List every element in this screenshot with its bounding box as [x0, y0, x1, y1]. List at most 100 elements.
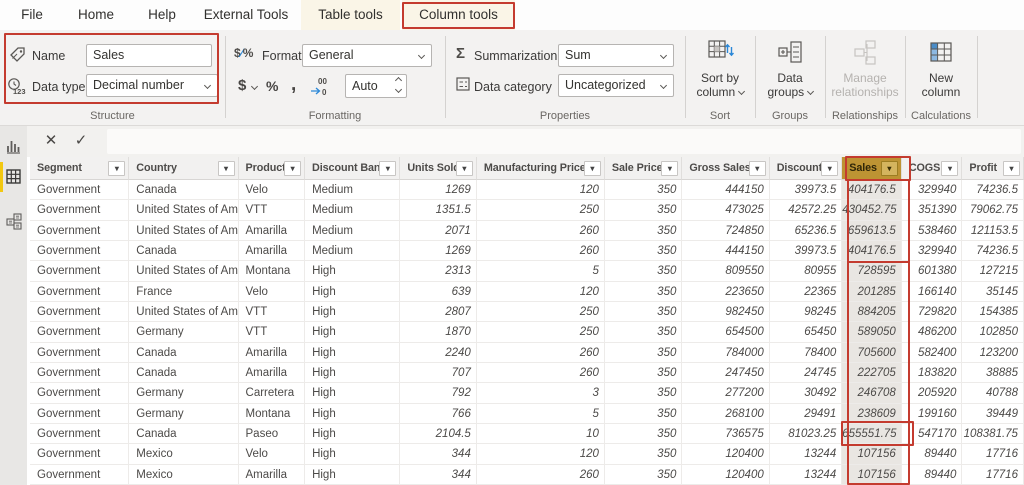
table-cell[interactable]: 444150	[682, 180, 770, 201]
table-cell[interactable]: 108381.75	[962, 423, 1024, 445]
new-column-button[interactable]: New column	[907, 34, 975, 112]
table-cell[interactable]: 655551.75	[842, 423, 902, 445]
table-cell[interactable]: Amarilla	[238, 464, 306, 485]
column-filter-dropdown-icon[interactable]: ▾	[661, 161, 679, 176]
table-cell[interactable]: United States of America	[129, 200, 239, 221]
table-cell[interactable]: Montana	[238, 403, 306, 424]
table-cell[interactable]: 78400	[769, 342, 843, 363]
table-cell[interactable]: Government	[30, 301, 130, 323]
spin-down-icon[interactable]	[394, 85, 403, 94]
table-cell[interactable]: 2104.5	[400, 423, 477, 445]
table-cell[interactable]: Medium	[305, 200, 401, 221]
tab-home[interactable]: Home	[66, 0, 126, 30]
table-cell[interactable]: 601380	[901, 261, 963, 282]
table-cell[interactable]: Government	[30, 200, 130, 221]
table-cell[interactable]: 260	[476, 342, 605, 363]
tab-external-tools[interactable]: External Tools	[196, 0, 296, 30]
table-cell[interactable]: 538460	[901, 220, 963, 241]
table-cell[interactable]: 260	[476, 362, 605, 384]
table-cell[interactable]: 121153.5	[962, 220, 1024, 241]
table-cell[interactable]: VTT	[238, 322, 306, 343]
table-cell[interactable]: 736575	[682, 423, 770, 445]
column-filter-dropdown-icon[interactable]: ▾	[108, 161, 126, 176]
table-row[interactable]: Government Canada Amarilla High 707 260 350 247…	[30, 362, 1024, 384]
table-cell[interactable]: 707	[400, 362, 477, 384]
table-cell[interactable]: 2240	[400, 342, 477, 363]
data-category-dropdown[interactable]: Uncategorized	[558, 74, 674, 97]
decimal-places-spinner[interactable]: Auto	[345, 74, 407, 98]
table-cell[interactable]: 247450	[682, 362, 770, 384]
table-cell[interactable]: 2807	[400, 301, 477, 323]
table-cell[interactable]: 120400	[682, 464, 770, 485]
table-cell[interactable]: 24745	[769, 362, 843, 384]
table-cell[interactable]: 766	[400, 403, 477, 424]
table-cell[interactable]: Government	[30, 423, 130, 445]
table-cell[interactable]: 39973.5	[769, 180, 843, 201]
table-cell[interactable]: 329940	[901, 240, 963, 262]
table-row[interactable]: Government France Velo High 639 120 350 223650 2…	[30, 281, 1024, 302]
cancel-formula-icon[interactable]: ✕	[40, 131, 62, 149]
table-cell[interactable]: Canada	[129, 180, 239, 201]
table-cell[interactable]: 13244	[769, 444, 843, 465]
table-cell[interactable]: 350	[604, 180, 683, 201]
table-cell[interactable]: Germany	[129, 383, 239, 404]
data-groups-button[interactable]: Data groups	[757, 34, 823, 112]
column-filter-dropdown-icon[interactable]: ▾	[379, 161, 397, 176]
model-view-button[interactable]	[0, 206, 27, 236]
table-cell[interactable]: 205920	[901, 383, 963, 404]
table-cell[interactable]: Amarilla	[238, 362, 306, 384]
column-header-discounts[interactable]: Discounts ▾	[769, 157, 843, 180]
column-filter-dropdown-icon[interactable]: ▾	[583, 161, 601, 176]
table-cell[interactable]: High	[305, 322, 401, 343]
table-row[interactable]: Government Germany VTT High 1870 250 350 654500…	[30, 322, 1024, 343]
column-filter-dropdown-icon[interactable]: ▾	[941, 161, 959, 176]
table-cell[interactable]: 17716	[962, 444, 1024, 465]
table-cell[interactable]: 486200	[901, 322, 963, 343]
table-cell[interactable]: 39973.5	[769, 240, 843, 262]
table-cell[interactable]: 260	[476, 240, 605, 262]
table-cell[interactable]: 17716	[962, 464, 1024, 485]
table-row[interactable]: GovernmentUnited States of AmericaAmaril…	[30, 220, 1024, 241]
column-header-manufacturing-price[interactable]: Manufacturing Price ▾	[476, 157, 605, 180]
table-cell[interactable]: 65450	[769, 322, 843, 343]
decimal-places-icon[interactable]: 00 0	[309, 75, 333, 100]
table-cell[interactable]: High	[305, 444, 401, 465]
table-cell[interactable]: 792	[400, 383, 477, 404]
formula-input[interactable]	[107, 129, 1021, 154]
table-cell[interactable]: 350	[604, 200, 683, 221]
table-cell[interactable]: 344	[400, 444, 477, 465]
column-header-gross-sales[interactable]: Gross Sales ▾	[682, 157, 770, 180]
table-cell[interactable]: 654500	[682, 322, 770, 343]
table-cell[interactable]: 729820	[901, 301, 963, 323]
table-cell[interactable]: 444150	[682, 240, 770, 262]
table-row[interactable]: Government Mexico Velo High 344 120 350 120400 1…	[30, 444, 1024, 465]
table-cell[interactable]: Government	[30, 383, 130, 404]
table-cell[interactable]: 982450	[682, 301, 770, 323]
table-cell[interactable]: 199160	[901, 403, 963, 424]
table-cell[interactable]: 222705	[842, 362, 902, 384]
table-cell[interactable]: 42572.25	[769, 200, 843, 221]
tab-file[interactable]: File	[8, 0, 56, 30]
table-cell[interactable]: 22365	[769, 281, 843, 302]
column-filter-dropdown-icon[interactable]: ▾	[880, 161, 898, 176]
table-cell[interactable]: 350	[604, 464, 683, 485]
table-cell[interactable]: 201285	[842, 281, 902, 302]
table-cell[interactable]: Government	[30, 261, 130, 282]
table-cell[interactable]: 183820	[901, 362, 963, 384]
format-dropdown[interactable]: General	[302, 44, 432, 67]
table-cell[interactable]: 120	[476, 180, 605, 201]
table-cell[interactable]: 277200	[682, 383, 770, 404]
table-cell[interactable]: 589050	[842, 322, 902, 343]
table-cell[interactable]: 120	[476, 281, 605, 302]
table-cell[interactable]: United States of America	[129, 301, 239, 323]
table-cell[interactable]: 350	[604, 220, 683, 241]
table-cell[interactable]: 350	[604, 362, 683, 384]
table-cell[interactable]: 350	[604, 444, 683, 465]
table-row[interactable]: Government Canada Amarilla Medium 1269 260 350…	[30, 240, 1024, 262]
table-cell[interactable]: 404176.5	[842, 240, 902, 262]
table-cell[interactable]: 74236.5	[962, 240, 1024, 262]
table-cell[interactable]: 724850	[682, 220, 770, 241]
table-cell[interactable]: France	[129, 281, 239, 302]
table-cell[interactable]: 260	[476, 220, 605, 241]
table-cell[interactable]: 123200	[962, 342, 1024, 363]
